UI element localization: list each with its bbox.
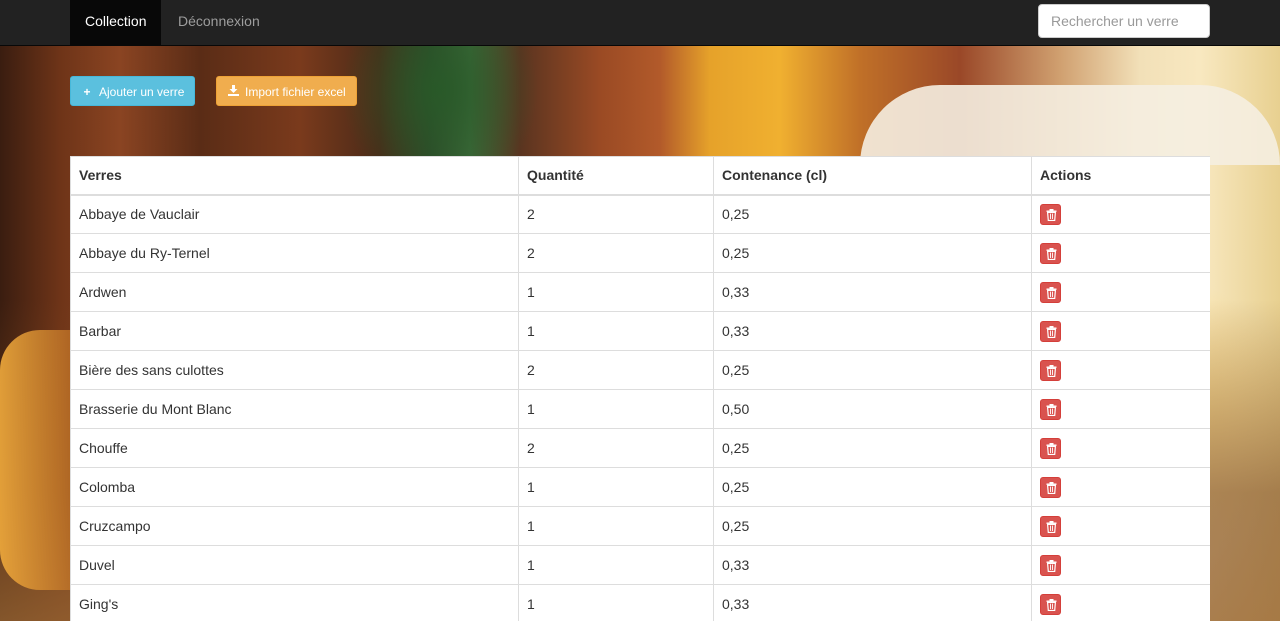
import-excel-label: Import fichier excel <box>245 85 346 99</box>
glass-name: Bière des sans culottes <box>70 350 519 390</box>
actions-cell <box>1031 389 1210 429</box>
glass-quantity: 1 <box>518 545 714 585</box>
table-row: Ardwen 1 0,33 <box>70 272 1210 312</box>
search-input[interactable] <box>1038 4 1210 38</box>
glass-capacity: 0,33 <box>713 584 1032 621</box>
delete-button[interactable] <box>1040 515 1061 537</box>
delete-button[interactable] <box>1040 320 1061 342</box>
glass-quantity: 1 <box>518 584 714 621</box>
actions-cell <box>1031 350 1210 390</box>
import-excel-button[interactable]: Import fichier excel <box>216 76 357 106</box>
glass-name: Abbaye du Ry-Ternel <box>70 233 519 273</box>
glass-quantity: 1 <box>518 311 714 351</box>
glass-name: Barbar <box>70 311 519 351</box>
plus-icon: + <box>83 85 91 99</box>
nav-link-logout[interactable]: Déconnexion <box>163 0 275 46</box>
glass-capacity: 0,25 <box>713 506 1032 546</box>
background-mug <box>0 330 70 590</box>
table-row: Ging's 1 0,33 <box>70 584 1210 621</box>
glass-name: Abbaye de Vauclair <box>70 194 519 234</box>
table-row: Abbaye du Ry-Ternel 2 0,25 <box>70 233 1210 273</box>
glass-capacity: 0,33 <box>713 545 1032 585</box>
delete-button[interactable] <box>1040 203 1061 225</box>
navbar: Collection Déconnexion <box>0 0 1280 46</box>
glass-name: Duvel <box>70 545 519 585</box>
delete-button[interactable] <box>1040 476 1061 498</box>
glass-quantity: 1 <box>518 506 714 546</box>
actions-cell <box>1031 545 1210 585</box>
actions-cell <box>1031 194 1210 234</box>
glass-capacity: 0,33 <box>713 272 1032 312</box>
trash-icon <box>1046 208 1057 221</box>
table-header-row: Verres Quantité Contenance (cl) Actions <box>70 156 1210 196</box>
glass-name: Brasserie du Mont Blanc <box>70 389 519 429</box>
table-row: Abbaye de Vauclair 2 0,25 <box>70 194 1210 234</box>
glass-name: Colomba <box>70 467 519 507</box>
delete-button[interactable] <box>1040 593 1061 615</box>
trash-icon <box>1046 481 1057 494</box>
delete-button[interactable] <box>1040 281 1061 303</box>
table-row: Colomba 1 0,25 <box>70 467 1210 507</box>
trash-icon <box>1046 247 1057 260</box>
download-icon <box>227 77 239 107</box>
header-actions: Actions <box>1031 156 1210 196</box>
actions-cell <box>1031 311 1210 351</box>
delete-button[interactable] <box>1040 359 1061 381</box>
trash-icon <box>1046 403 1057 416</box>
glass-capacity: 0,25 <box>713 350 1032 390</box>
glass-name: Cruzcampo <box>70 506 519 546</box>
glass-name: Ardwen <box>70 272 519 312</box>
header-quantite: Quantité <box>518 156 714 196</box>
glass-quantity: 1 <box>518 467 714 507</box>
glass-name: Ging's <box>70 584 519 621</box>
header-contenance: Contenance (cl) <box>713 156 1032 196</box>
trash-icon <box>1046 442 1057 455</box>
actions-cell <box>1031 506 1210 546</box>
glass-quantity: 1 <box>518 389 714 429</box>
delete-button[interactable] <box>1040 437 1061 459</box>
actions-cell <box>1031 467 1210 507</box>
table-row: Duvel 1 0,33 <box>70 545 1210 585</box>
trash-icon <box>1046 520 1057 533</box>
actions-cell <box>1031 584 1210 621</box>
glasses-table: Verres Quantité Contenance (cl) Actions … <box>70 156 1210 621</box>
trash-icon <box>1046 598 1057 611</box>
glass-capacity: 0,25 <box>713 467 1032 507</box>
glass-quantity: 1 <box>518 272 714 312</box>
background-beer-foam <box>860 85 1280 165</box>
delete-button[interactable] <box>1040 242 1061 264</box>
trash-icon <box>1046 286 1057 299</box>
glass-quantity: 2 <box>518 350 714 390</box>
table-row: Brasserie du Mont Blanc 1 0,50 <box>70 389 1210 429</box>
header-verres: Verres <box>70 156 519 196</box>
glass-name: Chouffe <box>70 428 519 468</box>
glass-quantity: 2 <box>518 194 714 234</box>
delete-button[interactable] <box>1040 554 1061 576</box>
trash-icon <box>1046 559 1057 572</box>
glass-quantity: 2 <box>518 233 714 273</box>
add-glass-button[interactable]: + Ajouter un verre <box>70 76 196 106</box>
actions-cell <box>1031 272 1210 312</box>
glass-quantity: 2 <box>518 428 714 468</box>
glass-capacity: 0,25 <box>713 233 1032 273</box>
actions-cell <box>1031 428 1210 468</box>
glass-capacity: 0,50 <box>713 389 1032 429</box>
add-glass-label: Ajouter un verre <box>99 85 185 99</box>
trash-icon <box>1046 325 1057 338</box>
table-row: Cruzcampo 1 0,25 <box>70 506 1210 546</box>
table-body: Abbaye de Vauclair 2 0,25 Abbaye du Ry-Tern… <box>70 194 1210 621</box>
table-row: Chouffe 2 0,25 <box>70 428 1210 468</box>
glass-capacity: 0,33 <box>713 311 1032 351</box>
delete-button[interactable] <box>1040 398 1061 420</box>
glass-capacity: 0,25 <box>713 428 1032 468</box>
nav-tab-collection[interactable]: Collection <box>70 0 162 46</box>
table-row: Barbar 1 0,33 <box>70 311 1210 351</box>
table-row: Bière des sans culottes 2 0,25 <box>70 350 1210 390</box>
trash-icon <box>1046 364 1057 377</box>
glass-capacity: 0,25 <box>713 194 1032 234</box>
actions-cell <box>1031 233 1210 273</box>
